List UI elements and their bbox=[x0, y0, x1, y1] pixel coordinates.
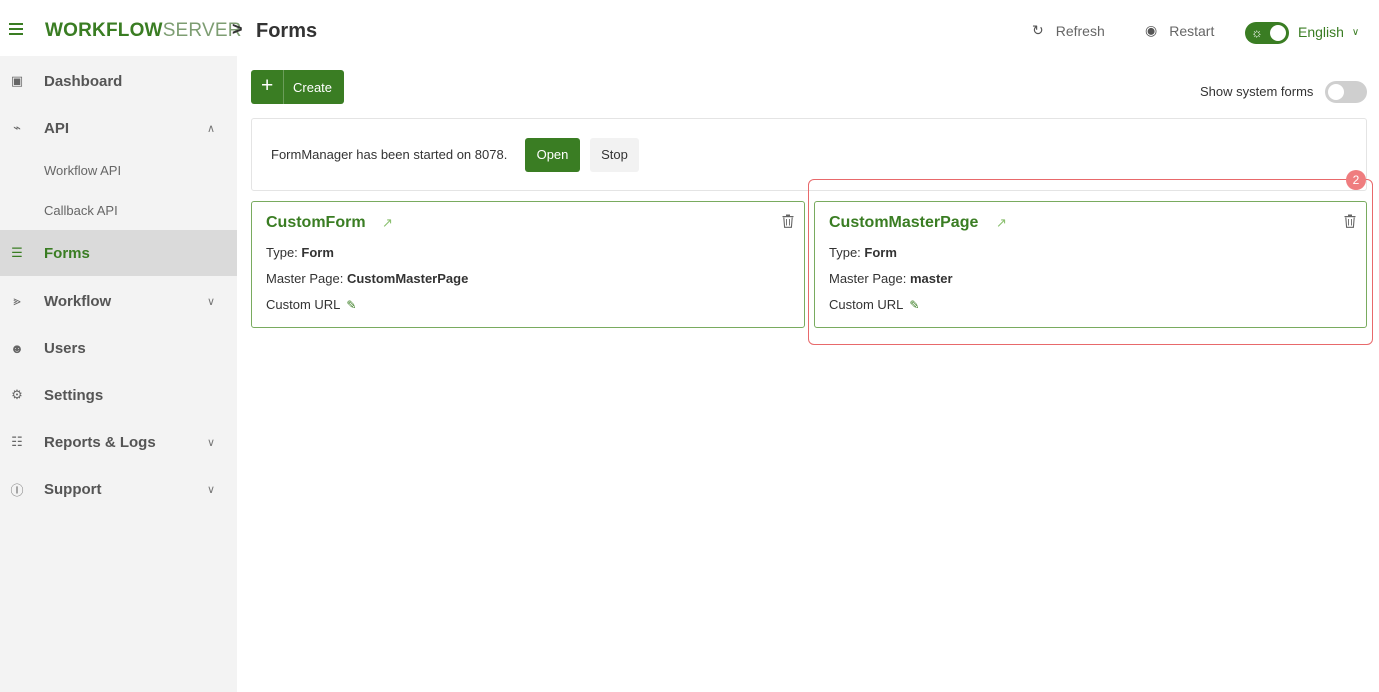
logo-bold: WORKFLOW bbox=[45, 20, 163, 41]
sidebar-subitem-workflow-api[interactable]: Workflow API bbox=[44, 163, 121, 178]
restart-icon: ◉ bbox=[1145, 22, 1158, 38]
restart-button[interactable]: ◉ Restart bbox=[1145, 22, 1214, 39]
external-link-icon[interactable]: ↗ bbox=[382, 215, 393, 231]
language-selector[interactable]: English ∨ bbox=[1298, 24, 1359, 40]
form-master-row: Master Page: CustomMasterPage bbox=[266, 271, 468, 286]
plus-icon: + bbox=[261, 74, 274, 97]
sidebar-item-label: Support bbox=[44, 480, 102, 498]
restart-label: Restart bbox=[1169, 22, 1215, 39]
chevron-down-icon: ∨ bbox=[1351, 26, 1360, 38]
top-header: WORKFLOWSERVER > Forms ↻ Refresh ◉ Resta… bbox=[0, 0, 1379, 56]
form-custom-url-row: Custom URL ✎ bbox=[266, 297, 356, 312]
sidebar-item-reports[interactable]: ☷ Reports & Logs ∨ bbox=[0, 419, 237, 465]
sidebar-item-label: Workflow bbox=[44, 292, 112, 310]
gears-icon: ⚙ bbox=[11, 387, 23, 402]
create-label: Create bbox=[293, 80, 333, 95]
sidebar-item-label: Settings bbox=[44, 386, 104, 404]
sidebar-item-settings[interactable]: ⚙ Settings bbox=[0, 372, 237, 418]
toggle-knob bbox=[1328, 84, 1344, 100]
toggle-knob bbox=[1270, 25, 1286, 41]
sidebar-item-users[interactable]: ☻ Users bbox=[0, 325, 237, 371]
sidebar-item-forms[interactable]: ☰ Forms bbox=[0, 230, 237, 276]
sidebar-item-label: API bbox=[44, 119, 70, 137]
chevron-up-icon: ∧ bbox=[207, 122, 216, 135]
sidebar-item-label: Forms bbox=[44, 244, 90, 262]
open-button[interactable]: Open bbox=[525, 138, 580, 172]
pencil-icon[interactable]: ✎ bbox=[346, 298, 356, 312]
form-card-title[interactable]: CustomForm bbox=[266, 214, 366, 232]
master-label: Master Page: bbox=[266, 271, 347, 286]
sidebar-item-label: Dashboard bbox=[44, 72, 123, 90]
theme-toggle[interactable]: ☼ bbox=[1245, 22, 1289, 44]
annotation-badge: 2 bbox=[1346, 170, 1366, 190]
chevron-down-icon: ∨ bbox=[207, 483, 216, 496]
language-label: English bbox=[1298, 24, 1344, 40]
custom-url-label: Custom URL bbox=[266, 297, 341, 312]
sidebar-item-dashboard[interactable]: ▣ Dashboard bbox=[0, 58, 237, 104]
users-icon: ☻ bbox=[10, 340, 24, 356]
sidebar-item-label: Users bbox=[44, 339, 86, 357]
plug-icon: ⌁ bbox=[13, 120, 21, 135]
help-icon: Ⓘ bbox=[10, 482, 24, 498]
button-divider bbox=[283, 70, 284, 104]
chevron-down-icon: ∨ bbox=[207, 295, 216, 308]
sun-icon: ☼ bbox=[1251, 25, 1263, 40]
show-system-forms-toggle[interactable] bbox=[1325, 81, 1367, 103]
menu-icon[interactable] bbox=[9, 23, 23, 35]
create-button[interactable]: + Create bbox=[251, 70, 344, 104]
dashboard-icon: ▣ bbox=[10, 73, 24, 88]
sidebar-item-workflow[interactable]: ⪢ Workflow ∨ bbox=[0, 278, 237, 324]
sidebar-item-support[interactable]: Ⓘ Support ∨ bbox=[0, 466, 237, 512]
logo-light: SERVER bbox=[162, 20, 242, 41]
sidebar-item-label: Reports & Logs bbox=[44, 433, 156, 451]
sidebar: ▣ Dashboard ⌁ API ∧ Workflow API Callbac… bbox=[0, 56, 237, 692]
trash-icon[interactable] bbox=[782, 214, 794, 228]
refresh-button[interactable]: ↻ Refresh bbox=[1032, 22, 1105, 39]
annotation-highlight bbox=[808, 179, 1373, 345]
type-label: Type: bbox=[266, 245, 302, 260]
refresh-icon: ↻ bbox=[1032, 22, 1044, 38]
master-value: CustomMasterPage bbox=[346, 271, 469, 286]
form-icon: ☰ bbox=[11, 245, 23, 260]
form-manager-status: FormManager has been started on 8078. bbox=[271, 147, 508, 162]
refresh-label: Refresh bbox=[1055, 22, 1105, 39]
reports-icon: ☷ bbox=[11, 434, 23, 449]
form-card: CustomForm ↗ Type: Form Master Page: Cus… bbox=[251, 201, 805, 328]
stop-button[interactable]: Stop bbox=[590, 138, 639, 172]
workflow-icon: ⪢ bbox=[13, 293, 21, 308]
page-title: Forms bbox=[256, 20, 318, 42]
chevron-down-icon: ∨ bbox=[207, 436, 216, 449]
show-system-forms-label: Show system forms bbox=[1200, 84, 1314, 99]
sidebar-subitem-callback-api[interactable]: Callback API bbox=[44, 203, 118, 218]
app-logo[interactable]: WORKFLOWSERVER bbox=[45, 20, 242, 42]
type-value: Form bbox=[301, 245, 334, 260]
sidebar-item-api[interactable]: ⌁ API ∧ bbox=[0, 105, 237, 151]
breadcrumb-separator: > bbox=[232, 19, 243, 39]
form-type-row: Type: Form bbox=[266, 245, 334, 260]
